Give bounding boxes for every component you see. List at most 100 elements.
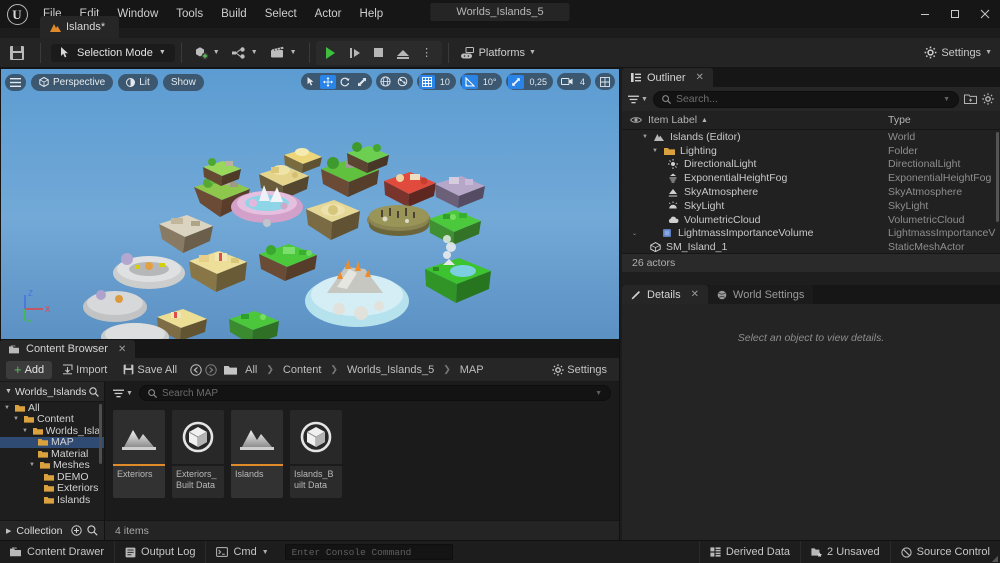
outliner-settings-button[interactable] [982, 93, 994, 105]
play-button[interactable] [320, 43, 342, 63]
search-collections-button[interactable] [87, 525, 98, 536]
folder-row-content[interactable]: ▼ Content [0, 414, 104, 426]
menu-tools[interactable]: Tools [167, 0, 212, 28]
breadcrumb-content[interactable]: Content [281, 364, 324, 376]
minimize-button[interactable] [910, 0, 940, 28]
scale-snap-toggle[interactable] [508, 75, 524, 89]
outliner-row-sm-island-1[interactable]: SM_Island_1 StaticMeshActor [622, 240, 1000, 253]
outliner-row-lightmassimportancevolume[interactable]: ⌄ LightmassImportanceVolume LightmassImp… [622, 227, 1000, 241]
search-icon[interactable] [89, 387, 99, 397]
close-icon[interactable]: ✕ [118, 344, 126, 355]
breadcrumb-map[interactable]: MAP [458, 364, 486, 376]
menu-help[interactable]: Help [351, 0, 393, 28]
maximize-button[interactable] [940, 0, 970, 28]
add-asset-button[interactable]: + Add [6, 361, 52, 379]
viewport-lighting-button[interactable]: Lit [118, 74, 158, 91]
asset-filter-button[interactable]: ▼ [113, 389, 133, 398]
tab-details[interactable]: Details ✕ [622, 285, 708, 304]
menu-actor[interactable]: Actor [306, 0, 351, 28]
close-icon[interactable]: ✕ [691, 289, 699, 300]
tab-outliner[interactable]: Outliner ✕ [622, 68, 713, 87]
chevron-down-icon[interactable]: ▼ [943, 96, 950, 103]
unsaved-button[interactable]: 2 Unsaved [800, 541, 890, 563]
asset-search-input[interactable]: Search MAP ▼ [139, 385, 611, 401]
play-options-button[interactable]: ⋮ [416, 43, 438, 63]
surface-snap-button[interactable] [395, 75, 411, 89]
folder-tree[interactable]: ▼ All ▼ Content ▼ [0, 402, 104, 515]
select-tool-button[interactable] [303, 75, 319, 89]
tab-world-settings[interactable]: World Settings [708, 285, 813, 304]
eye-icon[interactable] [630, 116, 642, 124]
outliner-scrollbar[interactable] [996, 132, 999, 222]
folder-row-demo[interactable]: DEMO [0, 471, 104, 483]
level-tab-islands[interactable]: Islands* [40, 16, 119, 38]
outliner-search-input[interactable]: Search... ▼ [653, 91, 959, 108]
breadcrumb-all[interactable]: All [243, 364, 259, 376]
history-forward-button[interactable] [205, 364, 217, 376]
folder-row-worlds-islands[interactable]: ▼ Worlds_Islar [0, 425, 104, 437]
import-button[interactable]: Import [56, 361, 113, 379]
chevron-down-icon[interactable]: ▼ [5, 388, 12, 395]
toolbar-settings-button[interactable]: Settings ▼ [924, 46, 992, 59]
asset-tile-exteriors-built-data[interactable]: Exteriors_Built Data [172, 410, 224, 498]
scale-tool-button[interactable] [354, 75, 370, 89]
outliner-tree[interactable]: ▼ Islands (Editor) World ▼ Lighting Fold… [622, 130, 1000, 253]
asset-tile-islands-built-data[interactable]: Islands_Built Data [290, 410, 342, 498]
level-viewport[interactable]: Perspective Lit Show [0, 68, 620, 340]
camera-speed-icon[interactable] [559, 75, 575, 89]
maximize-viewport-button[interactable] [597, 75, 613, 89]
save-level-button[interactable] [0, 46, 34, 60]
expand-caret-icon[interactable]: ▼ [22, 428, 30, 434]
add-collection-button[interactable] [71, 525, 82, 536]
grid-snap-toggle[interactable] [419, 75, 435, 89]
collapse-caret-icon[interactable]: ⌄ [632, 230, 640, 237]
cmd-button[interactable]: Cmd ▼ [206, 541, 278, 563]
viewport-menu-button[interactable] [5, 74, 26, 91]
expand-caret-icon[interactable]: ▼ [4, 405, 12, 411]
sources-header[interactable]: ▼ Worlds_Islands [0, 382, 104, 402]
folder-row-material[interactable]: Material [0, 448, 104, 460]
skip-frame-button[interactable] [344, 43, 366, 63]
console-command-input[interactable]: Enter Console Command [285, 544, 453, 560]
unreal-logo-icon[interactable]: U [0, 0, 34, 28]
outliner-row-directionallight[interactable]: DirectionalLight DirectionalLight [622, 158, 1000, 172]
angle-snap-value[interactable]: 10° [479, 77, 501, 87]
chevron-right-icon[interactable]: ▶ [6, 527, 11, 535]
angle-snap-toggle[interactable] [462, 75, 478, 89]
outliner-row-exponentialheightfog[interactable]: ExponentialHeightFog ExponentialHeightFo… [622, 171, 1000, 185]
move-tool-button[interactable] [320, 75, 336, 89]
menu-build[interactable]: Build [212, 0, 256, 28]
create-actor-button[interactable]: ▼ [188, 42, 226, 64]
output-log-button[interactable]: Output Log [115, 541, 206, 563]
expand-caret-icon[interactable]: ▼ [642, 134, 650, 140]
outliner-row-volumetriccloud[interactable]: VolumetricCloud VolumetricCloud [622, 213, 1000, 227]
grid-snap-value[interactable]: 10 [436, 77, 454, 87]
expand-caret-icon[interactable]: ▼ [29, 462, 37, 468]
rotate-tool-button[interactable] [337, 75, 353, 89]
derived-data-button[interactable]: Derived Data ◢ [699, 541, 800, 563]
folder-row-islands[interactable]: Islands [0, 494, 104, 506]
camera-speed-value[interactable]: 4 [576, 77, 589, 87]
viewport-show-button[interactable]: Show [163, 74, 204, 91]
content-drawer-button[interactable]: Content Drawer [0, 541, 115, 563]
chevron-down-icon[interactable]: ▼ [595, 390, 602, 397]
breadcrumb-worlds-islands-5[interactable]: Worlds_Islands_5 [345, 364, 436, 376]
scale-snap-value[interactable]: 0,25 [525, 77, 551, 87]
outliner-filter-button[interactable]: ▼ [628, 95, 648, 104]
viewport-camera-button[interactable]: Perspective [31, 74, 113, 91]
source-control-button[interactable]: Source Control ◢ [890, 541, 1000, 563]
asset-tile-exteriors[interactable]: Exteriors [113, 410, 165, 498]
outliner-row-lighting[interactable]: ▼ Lighting Folder [622, 144, 1000, 158]
close-button[interactable] [970, 0, 1000, 28]
blueprints-button[interactable]: ▼ [226, 42, 264, 64]
folder-row-exteriors[interactable]: Exteriors [0, 483, 104, 495]
folder-row-map[interactable]: MAP [0, 437, 104, 449]
folder-row-meshes[interactable]: ▼ Meshes [0, 460, 104, 472]
platforms-button[interactable]: Platforms ▼ [455, 42, 542, 64]
save-all-button[interactable]: Save All [117, 361, 183, 379]
tab-content-browser[interactable]: Content Browser ✕ [0, 340, 135, 358]
column-type[interactable]: Type [888, 114, 1000, 126]
outliner-new-folder-button[interactable] [964, 93, 977, 105]
eject-button[interactable] [392, 43, 414, 63]
outliner-row-skylight[interactable]: SkyLight SkyLight [622, 199, 1000, 213]
